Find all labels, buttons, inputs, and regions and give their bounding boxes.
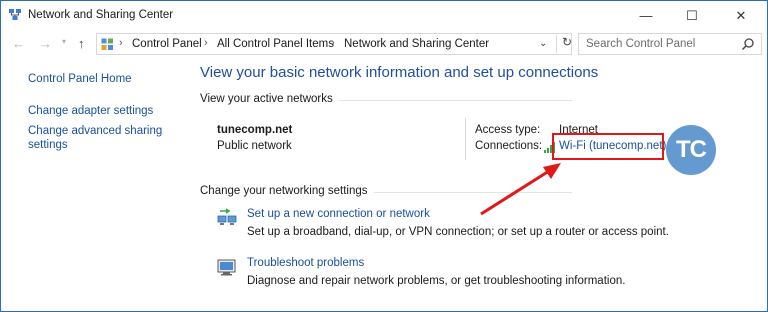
forward-button[interactable]: →: [39, 36, 52, 51]
window-title: Network and Sharing Center: [28, 9, 174, 21]
recent-locations-button[interactable]: ▾: [62, 37, 66, 46]
watermark-logo: TC: [666, 125, 716, 175]
network-name: tunecomp.net: [217, 124, 293, 136]
window: Network and Sharing Center — ☐ ✕ ← → ▾ ↑…: [0, 0, 768, 312]
address-bar[interactable]: › Control Panel › All Control Panel Item…: [96, 33, 572, 55]
active-networks-heading: View your active networks: [200, 93, 339, 105]
sidebar-item-control-panel-home[interactable]: Control Panel Home: [28, 72, 178, 86]
close-button[interactable]: ✕: [715, 1, 767, 30]
up-button[interactable]: ↑: [78, 36, 85, 51]
breadcrumb-separator: ›: [119, 37, 123, 49]
title-bar[interactable]: Network and Sharing Center — ☐ ✕: [1, 1, 767, 30]
search-icon: [741, 38, 754, 51]
breadcrumb-network-center[interactable]: Network and Sharing Center: [344, 38, 489, 50]
breadcrumb-control-panel[interactable]: Control Panel: [132, 38, 202, 50]
highlight-box: [552, 133, 664, 160]
annotation-arrow: [480, 163, 561, 216]
search-box[interactable]: Search Control Panel: [578, 33, 762, 55]
troubleshoot-description: Diagnose and repair network problems, or…: [247, 275, 626, 287]
page-title: View your basic network information and …: [200, 64, 599, 81]
troubleshoot-icon: [217, 259, 236, 276]
refresh-button[interactable]: ↻: [556, 35, 572, 53]
breadcrumb-separator: ›: [204, 37, 208, 49]
access-type-label: Access type:: [475, 124, 541, 136]
navigation-bar: ← → ▾ ↑ › Control Panel › All Control Pa…: [1, 30, 767, 58]
change-settings-heading: Change your networking settings: [200, 185, 374, 197]
minimize-button[interactable]: —: [623, 1, 669, 30]
setup-connection-link[interactable]: Set up a new connection or network: [247, 208, 430, 220]
breadcrumb-all-items[interactable]: All Control Panel Items: [217, 38, 334, 50]
connections-label: Connections:: [475, 140, 543, 152]
troubleshoot-link[interactable]: Troubleshoot problems: [247, 257, 364, 269]
network-category-link[interactable]: Public network: [217, 140, 292, 152]
new-connection-icon: [217, 208, 237, 225]
breadcrumb-separator: ›: [331, 37, 335, 49]
sidebar-item-change-adapter-settings[interactable]: Change adapter settings: [28, 104, 178, 118]
network-center-icon: [9, 9, 21, 20]
back-button[interactable]: ←: [12, 36, 25, 51]
control-panel-icon: [101, 38, 113, 50]
sidebar: Control Panel Home Change adapter settin…: [1, 58, 187, 312]
maximize-button[interactable]: ☐: [669, 1, 715, 30]
address-dropdown-button[interactable]: ⌄: [539, 38, 547, 49]
sidebar-item-change-advanced-sharing[interactable]: Change advanced sharing settings: [28, 124, 178, 152]
setup-connection-description: Set up a broadband, dial-up, or VPN conn…: [247, 226, 669, 238]
divider: [465, 118, 466, 160]
search-input[interactable]: Search Control Panel: [586, 38, 695, 50]
